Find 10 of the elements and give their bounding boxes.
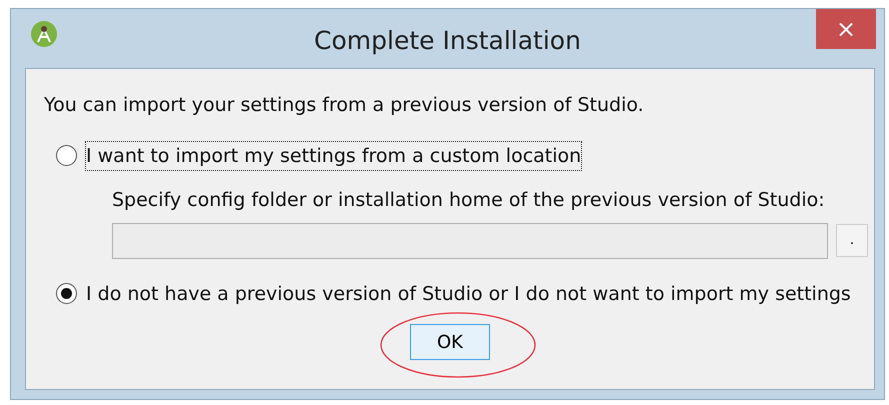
radio-label[interactable]: I do not have a previous version of Studio or I do not want to import my settings [86, 280, 851, 308]
ok-button[interactable]: OK [410, 324, 490, 360]
radio-label[interactable]: I want to import my settings from a custom location [86, 142, 582, 170]
android-robot-icon [31, 21, 57, 47]
radio-button[interactable] [56, 145, 77, 166]
close-button[interactable]: × [816, 9, 876, 49]
radio-button[interactable] [56, 283, 77, 304]
field-label: Specify config folder or installation home of the previous version of Studio: [112, 188, 826, 213]
intro-text: You can import your settings from a previous version of Studio. [44, 93, 645, 118]
window-title: Complete Installation [314, 24, 581, 57]
